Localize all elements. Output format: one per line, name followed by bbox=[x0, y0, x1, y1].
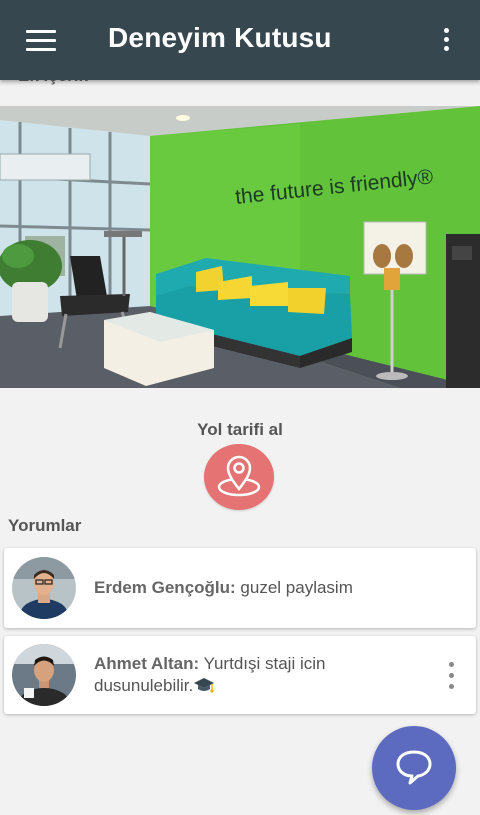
avatar[interactable] bbox=[12, 644, 76, 706]
hamburger-menu-icon bbox=[26, 30, 56, 33]
directions-label: Yol tarifi al bbox=[197, 420, 283, 439]
comment-author: Erdem Gençoğlu: bbox=[94, 578, 236, 597]
avatar[interactable] bbox=[12, 557, 76, 619]
comment-author: Ahmet Altan: bbox=[94, 654, 200, 673]
chat-bubble-icon bbox=[396, 750, 432, 785]
office-photo: the future is friendly® bbox=[0, 106, 480, 388]
graduation-cap-icon bbox=[193, 676, 215, 700]
directions-button[interactable] bbox=[204, 444, 274, 510]
map-pin-icon bbox=[217, 455, 261, 497]
comment-card[interactable]: Ahmet Altan: Yurtdışi staji icin dusunul… bbox=[4, 636, 476, 714]
chat-fab[interactable] bbox=[372, 726, 456, 810]
comment-more-button[interactable] bbox=[444, 662, 458, 690]
comments-heading: Yorumlar bbox=[8, 516, 82, 535]
more-vertical-icon bbox=[448, 662, 454, 667]
comment-text: Ahmet Altan: Yurtdışi staji icin dusunul… bbox=[94, 653, 420, 700]
comment-text: Erdem Gençoğlu: guzel paylasim bbox=[94, 577, 420, 599]
comment-card[interactable]: Erdem Gençoğlu: guzel paylasim bbox=[4, 548, 476, 628]
menu-button[interactable] bbox=[26, 28, 56, 52]
comment-body: guzel paylasim bbox=[240, 578, 353, 597]
app-title: Deneyim Kutusu bbox=[108, 22, 332, 53]
app-bar: Deneyim Kutusu bbox=[0, 0, 480, 80]
more-options-button[interactable] bbox=[436, 26, 456, 54]
more-vertical-icon bbox=[443, 28, 449, 33]
